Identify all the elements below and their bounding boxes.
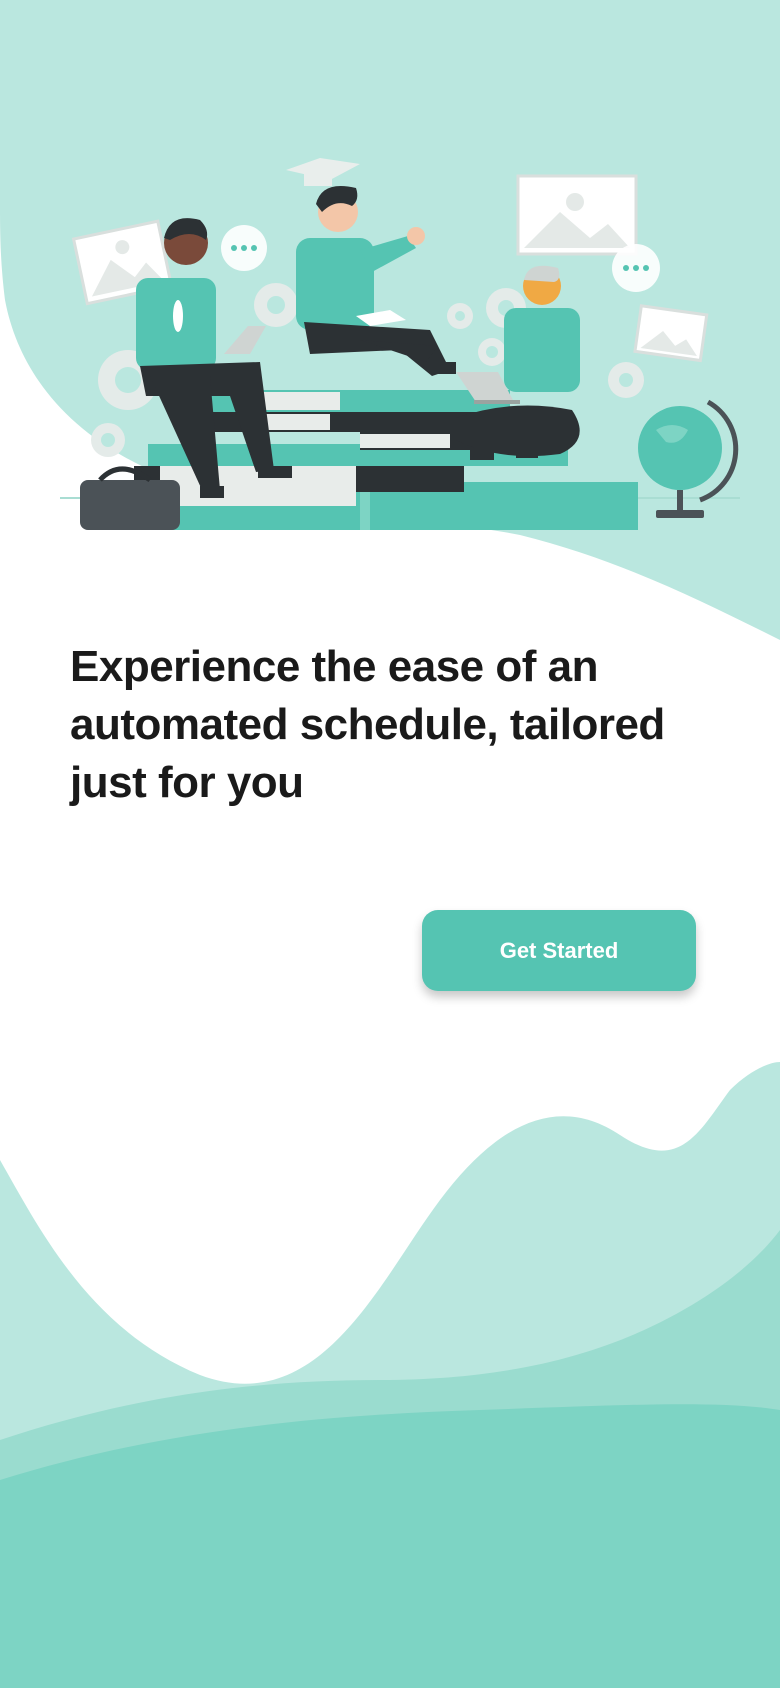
hero-illustration — [60, 158, 740, 530]
onboarding-headline: Experience the ease of an automated sche… — [70, 642, 665, 807]
globe-icon — [638, 399, 739, 518]
graduation-cap-icon — [286, 158, 360, 186]
person-middle — [296, 186, 456, 376]
get-started-button[interactable]: Get Started — [422, 910, 696, 991]
